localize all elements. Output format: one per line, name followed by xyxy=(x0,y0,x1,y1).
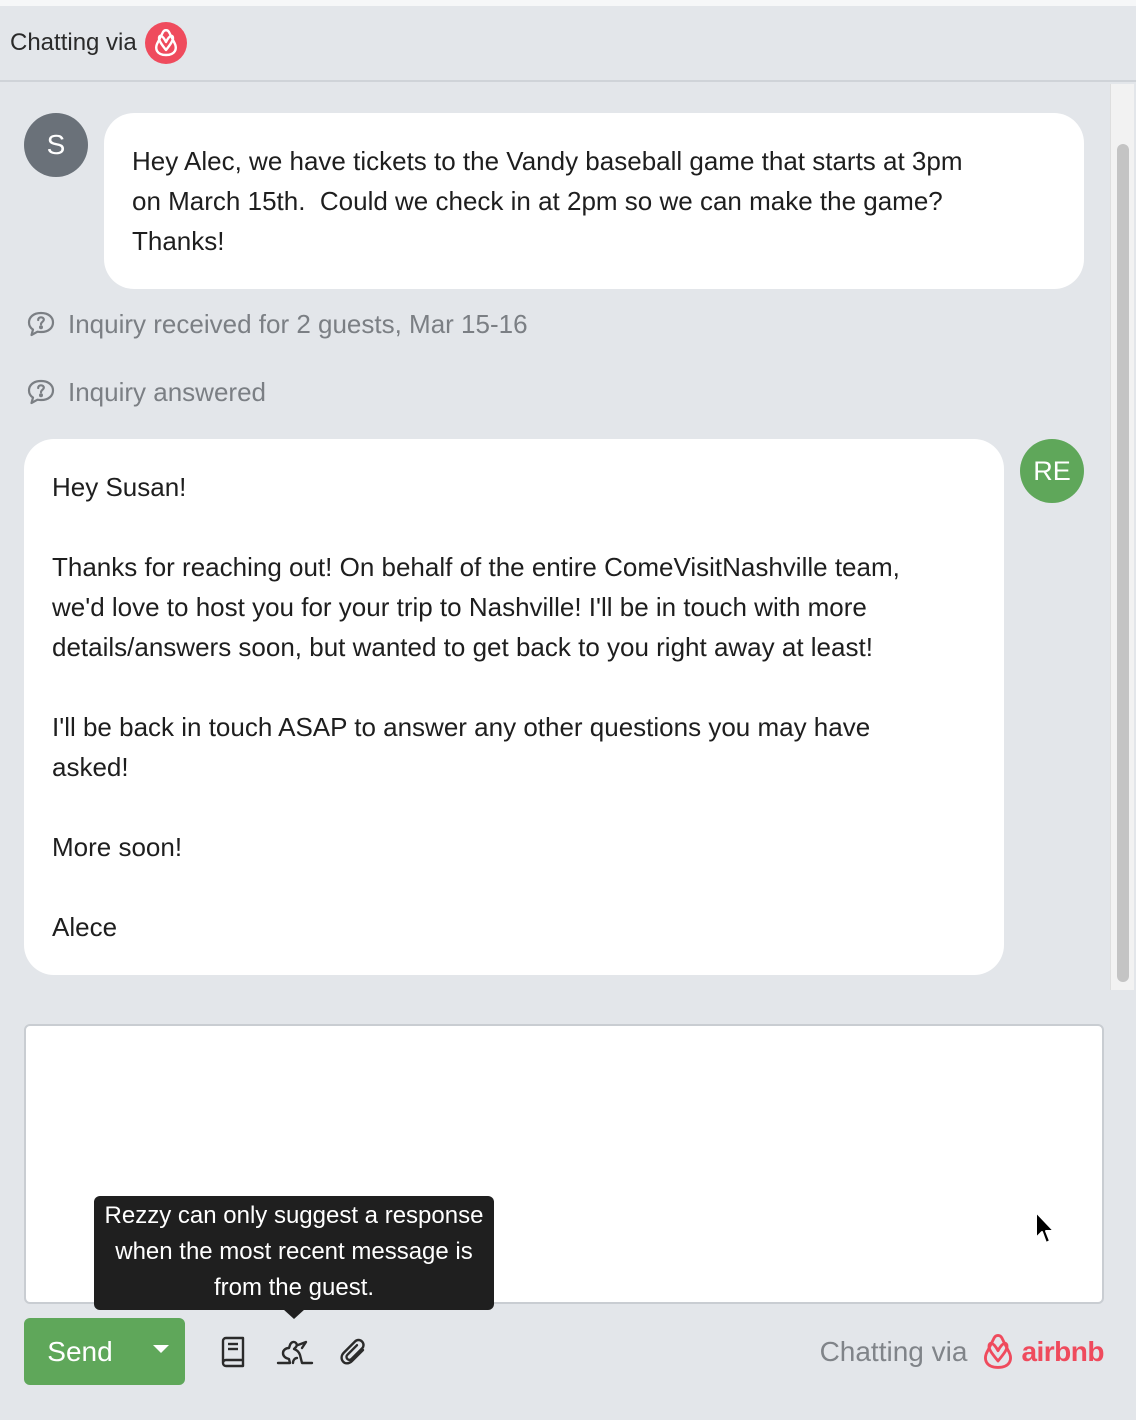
host-message-bubble: Hey Susan! Thanks for reaching out! On b… xyxy=(24,439,1004,975)
chat-bubble-question-icon xyxy=(27,311,55,337)
send-options-dropdown[interactable] xyxy=(136,1318,185,1385)
event-inquiry-answered: Inquiry answered xyxy=(26,373,266,411)
rezzy-tooltip: Rezzy can only suggest a response when t… xyxy=(94,1196,494,1310)
footer-chatting-via-label: Chatting via xyxy=(819,1336,968,1367)
airbnb-logo-icon xyxy=(984,1334,1013,1369)
mouse-cursor-icon xyxy=(1035,1211,1055,1244)
host-avatar: RE xyxy=(1020,439,1084,503)
event-text: Inquiry received for 2 guests, Mar 15-16 xyxy=(68,308,528,339)
footer-channel-indicator: Chatting via airbnb xyxy=(820,1330,1104,1374)
guest-message-bubble: Hey Alec, we have tickets to the Vandy b… xyxy=(104,113,1084,289)
chat-bubble-question-icon xyxy=(27,379,55,405)
book-icon[interactable] xyxy=(215,1334,251,1370)
send-button[interactable]: Send xyxy=(24,1318,136,1385)
rezzy-icon[interactable] xyxy=(275,1334,315,1370)
tooltip-arrow xyxy=(283,1309,305,1319)
caret-down-icon xyxy=(152,1344,169,1353)
scrollbar-thumb[interactable] xyxy=(1117,144,1129,982)
paperclip-icon[interactable] xyxy=(336,1334,372,1370)
chatting-via-label: Chatting via xyxy=(10,29,137,56)
event-inquiry-received: Inquiry received for 2 guests, Mar 15-16 xyxy=(26,305,528,343)
event-text: Inquiry answered xyxy=(68,376,266,407)
send-split-button: Send xyxy=(24,1318,185,1385)
airbnb-logo-icon xyxy=(144,22,187,64)
message-scrollbar[interactable] xyxy=(1110,84,1134,990)
chat-header: Chatting via xyxy=(0,0,1136,82)
guest-avatar: S xyxy=(24,113,88,177)
airbnb-wordmark: airbnb xyxy=(1021,1336,1104,1367)
